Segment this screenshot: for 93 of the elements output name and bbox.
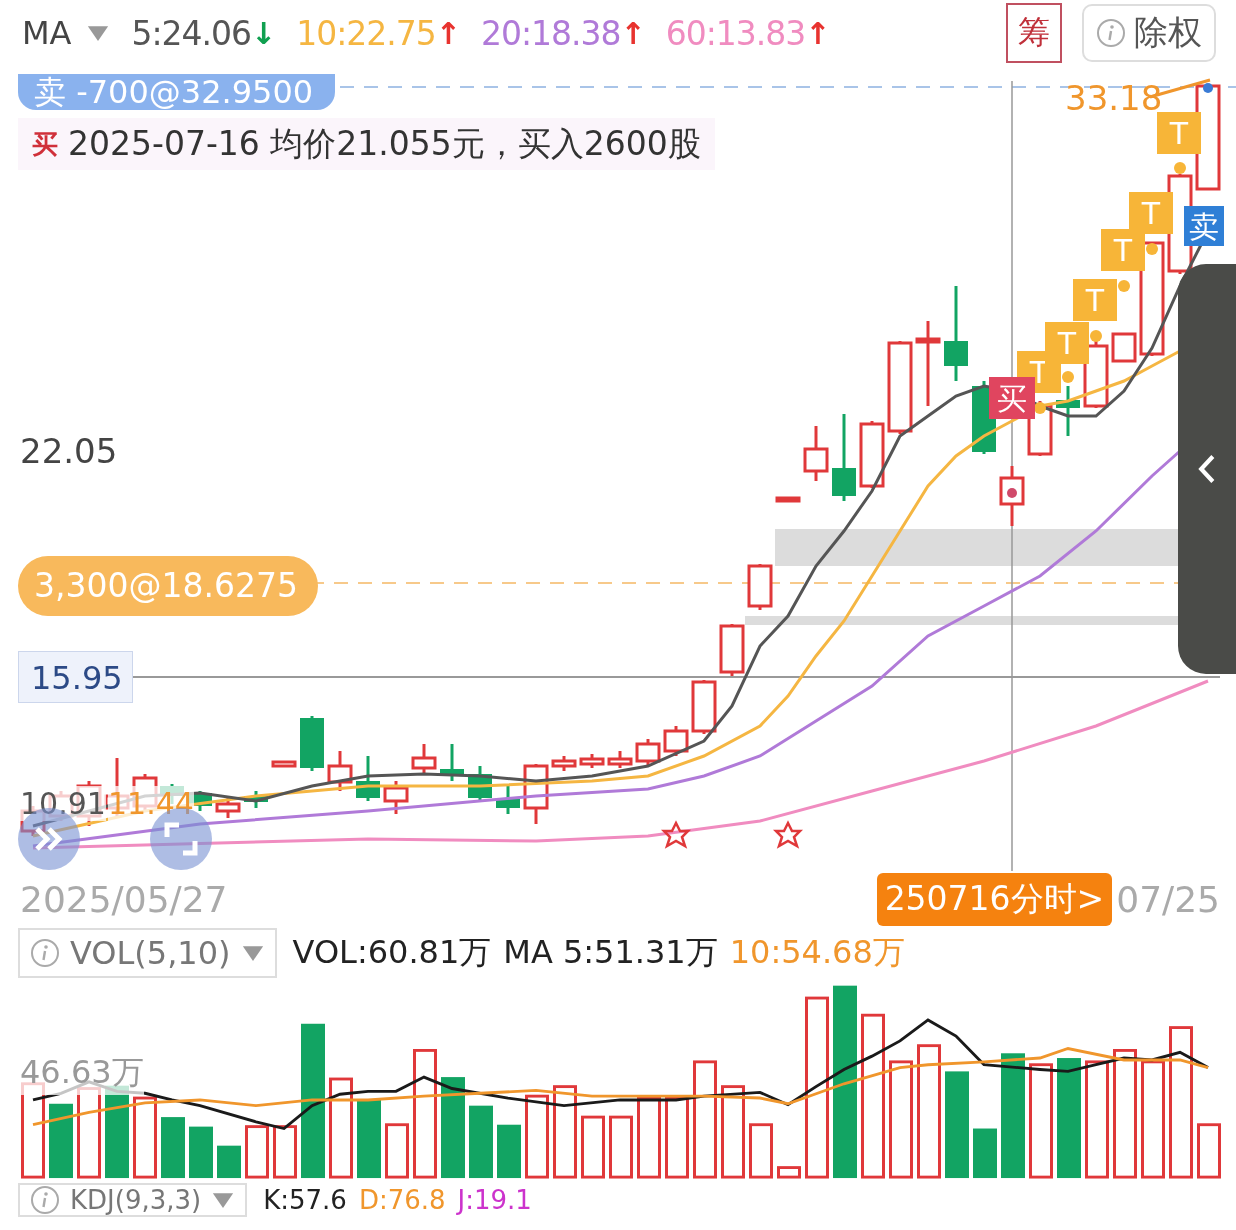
indicator-reading: K:57.6 — [263, 1185, 347, 1215]
dot-marker — [1062, 371, 1074, 383]
indicator-reading: MA 5:51.31万 — [503, 932, 718, 973]
candlestick — [607, 751, 633, 768]
volume-bar — [1197, 1123, 1221, 1179]
volume-bar — [609, 1115, 633, 1179]
candlestick — [999, 466, 1025, 526]
buy-marker: 买 — [989, 377, 1035, 419]
indicator-selector[interactable]: VOL(5,10) — [18, 928, 277, 978]
chevron-left-icon — [1197, 453, 1217, 485]
candlestick — [440, 744, 464, 781]
price-label: 10.91 — [20, 786, 106, 821]
candlestick — [1083, 341, 1109, 408]
star-icon — [661, 820, 691, 849]
candlestick — [244, 791, 268, 808]
dot-marker — [1007, 488, 1017, 498]
date-label: 2025/05/27 — [20, 878, 228, 920]
crosshair-price: 15.95 — [18, 651, 133, 703]
candlestick — [411, 744, 437, 774]
t-marker: T — [1157, 112, 1201, 154]
dot-marker — [1203, 83, 1213, 93]
trend-arrow: ↑ — [435, 15, 461, 51]
candlestick — [859, 421, 885, 488]
volume-bar — [497, 1124, 521, 1179]
side-panel-tab[interactable] — [1178, 264, 1236, 674]
trade-note: 2025-07-16 均价21.055元，买入2600股 — [68, 122, 701, 165]
ma-value: 20:18.38 — [480, 13, 621, 53]
candlestick — [468, 766, 492, 802]
dot-marker — [1174, 162, 1186, 174]
date-label: 07/25 — [1116, 878, 1220, 920]
volume-bar — [217, 1145, 241, 1179]
volume-bar — [273, 1125, 297, 1179]
candlestick — [551, 756, 577, 771]
trend-arrow: ↑ — [805, 15, 831, 51]
candlestick — [803, 426, 829, 481]
ma-value: 5:24.06 — [131, 13, 252, 53]
sell-order-tag: 卖 -700@32.9500 — [18, 74, 336, 110]
indicator-reading: VOL:60.81万 — [292, 932, 492, 973]
indicator-reading: J:19.1 — [457, 1185, 532, 1215]
trend-arrow: ↓ — [251, 15, 277, 51]
candlestick — [775, 496, 801, 503]
t-marker: T — [1129, 192, 1173, 234]
volume-bar — [777, 1166, 801, 1179]
chip-button[interactable]: 筹 — [1006, 3, 1062, 63]
info-icon — [1096, 18, 1126, 48]
candlestick — [496, 786, 520, 814]
candlestick — [271, 760, 297, 768]
buy-mark: 买 — [32, 127, 58, 161]
ma-value: 60:13.83 — [665, 13, 806, 53]
dropdown-triangle-icon[interactable] — [85, 24, 110, 42]
volume-bar — [749, 1123, 773, 1179]
indicator-name: MA — [22, 14, 72, 52]
candlestick — [327, 751, 353, 791]
ma-value: 10:22.75 — [296, 13, 436, 53]
candlestick — [383, 781, 409, 814]
t-marker: T — [1101, 229, 1145, 271]
volume-bar — [189, 1126, 213, 1179]
t-marker: T — [1073, 279, 1117, 321]
t-marker: T — [1045, 322, 1089, 364]
candlestick — [663, 726, 689, 756]
ex-rights-button[interactable]: 除权 — [1082, 4, 1216, 62]
star-icon — [773, 820, 803, 849]
volume-bar — [581, 1115, 605, 1179]
price-label: 22.05 — [20, 431, 118, 471]
candlestick — [579, 754, 605, 768]
dot-marker — [1118, 280, 1130, 292]
intraday-button[interactable]: 250716分时> — [876, 872, 1113, 926]
dot-marker — [1034, 402, 1046, 414]
candlestick — [719, 624, 745, 676]
candlestick — [635, 739, 661, 766]
cost-tag: 3,300@18.6275 — [18, 556, 318, 616]
dot-marker — [1090, 330, 1102, 342]
sell-marker: 卖 — [1184, 206, 1224, 246]
dot-marker — [1146, 243, 1158, 255]
volume-bar — [385, 1123, 409, 1179]
volume-bar — [161, 1117, 185, 1179]
indicator-selector[interactable]: KDJ(9,3,3) — [18, 1183, 248, 1217]
candlestick — [747, 564, 773, 610]
candlestick — [356, 756, 380, 801]
candlestick — [300, 716, 324, 771]
candlestick — [691, 680, 717, 734]
trend-arrow: ↑ — [620, 15, 646, 51]
volume-bar — [973, 1128, 997, 1179]
candlestick — [1111, 332, 1137, 363]
dropdown-triangle-icon — [211, 1191, 236, 1209]
info-icon — [30, 938, 60, 968]
info-icon — [30, 1185, 60, 1215]
candlestick — [523, 764, 549, 824]
volume-bar — [245, 1125, 269, 1179]
ma-price-label: 11.44 — [108, 786, 194, 821]
indicator-reading: 10:54.68万 — [729, 932, 905, 973]
indicator-reading: D:76.8 — [358, 1185, 446, 1215]
dropdown-triangle-icon — [240, 944, 265, 962]
